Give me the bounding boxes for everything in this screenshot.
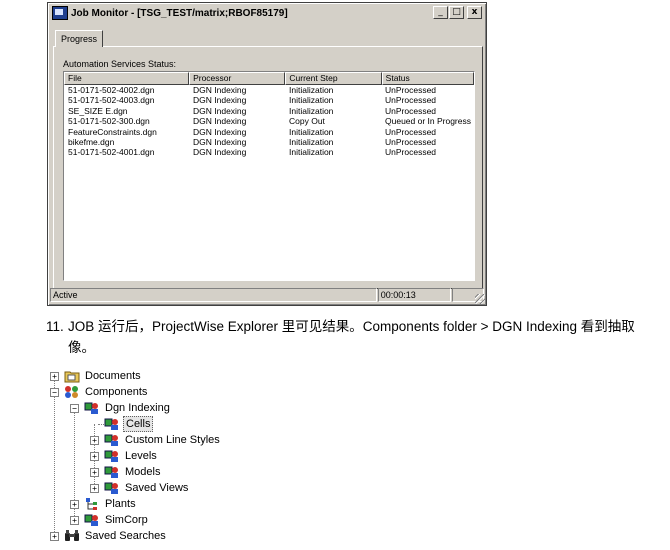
cell-status: UnProcessed [385, 136, 437, 147]
step-number: 11. [46, 319, 64, 334]
status-bar: Active 00:00:13 [50, 288, 484, 302]
cell-file: FeatureConstraints.dgn [68, 126, 157, 137]
expand-toggle[interactable]: + [70, 500, 79, 509]
component-class-icon [104, 417, 120, 431]
cell-file: 51-0171-502-4001.dgn [68, 147, 155, 158]
cell-status: UnProcessed [385, 105, 437, 116]
component-class-icon [104, 481, 120, 495]
resize-grip[interactable] [475, 294, 485, 304]
cell-status: UnProcessed [385, 126, 437, 137]
column-header-processor[interactable]: Processor [189, 72, 286, 85]
cell-file: 51-0171-502-4003.dgn [68, 95, 155, 106]
tree-item-saved-searches[interactable]: Saved Searches [64, 528, 168, 544]
tree-item-simcorp[interactable]: SimCorp [84, 512, 150, 528]
table-row[interactable]: 51-0171-502-4001.dgn DGN Indexing Initia… [64, 147, 474, 157]
component-class-icon [84, 401, 100, 415]
tree-item-models[interactable]: Models [104, 464, 162, 480]
cell-status: Queued or In Progress [385, 116, 471, 127]
cell-current-step: Copy Out [289, 116, 325, 127]
table-row[interactable]: 51-0171-502-300.dgn DGN Indexing Copy Ou… [64, 116, 474, 126]
cell-current-step: Initialization [289, 85, 334, 95]
maximize-button[interactable]: □ [449, 6, 464, 19]
tree-item-documents[interactable]: Documents [64, 368, 143, 384]
expand-toggle[interactable]: + [50, 372, 59, 381]
tree-item-cells[interactable]: Cells [104, 416, 154, 432]
explorer-tree: + Documents − Components − Dgn Indexing … [48, 366, 308, 546]
elapsed-time: 00:00:13 [377, 288, 452, 302]
cell-file: 51-0171-502-300.dgn [68, 116, 150, 127]
expand-toggle[interactable]: + [90, 452, 99, 461]
cell-current-step: Initialization [289, 95, 334, 106]
tree-item-levels[interactable]: Levels [104, 448, 159, 464]
binoculars-icon [64, 529, 80, 543]
cell-current-step: Initialization [289, 147, 334, 158]
cell-processor: DGN Indexing [193, 85, 247, 95]
hierarchy-icon [84, 497, 100, 511]
component-class-icon [104, 449, 120, 463]
collapse-toggle[interactable]: − [50, 388, 59, 397]
window-title: Job Monitor - [TSG_TEST/matrix;RBOF85179… [71, 7, 288, 19]
progress-panel: Automation Services Status: File Process… [53, 46, 483, 289]
step-text: JOB 运行后，ProjectWise Explorer 里可见结果。Compo… [68, 319, 635, 355]
cell-processor: DGN Indexing [193, 105, 247, 116]
tree-connector [54, 376, 55, 536]
minimize-button[interactable]: _ [433, 6, 448, 19]
table-row[interactable]: 51-0171-502-4003.dgn DGN Indexing Initia… [64, 95, 474, 105]
cell-status: UnProcessed [385, 85, 437, 95]
cell-processor: DGN Indexing [193, 126, 247, 137]
cell-processor: DGN Indexing [193, 147, 247, 158]
tab-progress[interactable]: Progress [55, 30, 104, 47]
tree-item-saved-views[interactable]: Saved Views [104, 480, 190, 496]
table-row[interactable]: SE_SIZE E.dgn DGN Indexing Initializatio… [64, 106, 474, 116]
cell-current-step: Initialization [289, 105, 334, 116]
column-header-file[interactable]: File [64, 72, 190, 85]
cell-file: 51-0171-502-4002.dgn [68, 85, 155, 95]
instruction-step: 11. JOB 运行后，ProjectWise Explorer 里可见结果。C… [46, 316, 656, 355]
components-icon [64, 385, 80, 399]
expand-toggle[interactable]: + [70, 516, 79, 525]
expand-toggle[interactable]: + [90, 436, 99, 445]
tree-item-plants[interactable]: Plants [84, 496, 138, 512]
tree-item-dgn-indexing[interactable]: Dgn Indexing [84, 400, 172, 416]
column-header-status[interactable]: Status [381, 72, 474, 85]
job-list[interactable]: File Processor Current Step Status 51-01… [63, 71, 475, 281]
app-icon [52, 6, 68, 20]
status-text: Active [50, 288, 377, 302]
expand-toggle[interactable]: + [90, 484, 99, 493]
expand-toggle[interactable]: + [50, 532, 59, 541]
job-monitor-window: Job Monitor - [TSG_TEST/matrix;RBOF85179… [47, 2, 487, 306]
cell-file: SE_SIZE E.dgn [68, 105, 128, 116]
cell-current-step: Initialization [289, 136, 334, 147]
component-class-icon [84, 513, 100, 527]
component-class-icon [104, 433, 120, 447]
folder-icon [64, 369, 80, 383]
table-row[interactable]: FeatureConstraints.dgn DGN Indexing Init… [64, 127, 474, 137]
component-class-icon [104, 465, 120, 479]
close-button[interactable]: x [467, 6, 482, 19]
expand-toggle[interactable]: + [90, 468, 99, 477]
cell-processor: DGN Indexing [193, 136, 247, 147]
cell-status: UnProcessed [385, 95, 437, 106]
automation-status-label: Automation Services Status: [63, 59, 177, 69]
tree-item-components[interactable]: Components [64, 384, 149, 400]
title-bar[interactable]: Job Monitor - [TSG_TEST/matrix;RBOF85179… [50, 5, 484, 21]
column-header-current-step[interactable]: Current Step [285, 72, 382, 85]
cell-status: UnProcessed [385, 147, 437, 158]
cell-processor: DGN Indexing [193, 116, 247, 127]
table-row[interactable]: 51-0171-502-4002.dgn DGN Indexing Initia… [64, 85, 474, 95]
collapse-toggle[interactable]: − [70, 404, 79, 413]
cell-processor: DGN Indexing [193, 95, 247, 106]
list-header: File Processor Current Step Status [64, 72, 474, 85]
tree-item-custom-line-styles[interactable]: Custom Line Styles [104, 432, 222, 448]
table-row[interactable]: bikefme.dgn DGN Indexing Initialization … [64, 137, 474, 147]
cell-current-step: Initialization [289, 126, 334, 137]
cell-file: bikefme.dgn [68, 136, 115, 147]
